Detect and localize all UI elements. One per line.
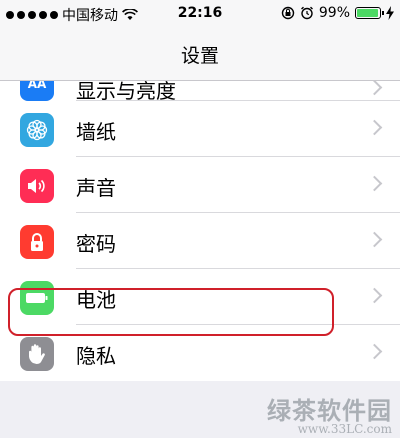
speaker-icon	[20, 169, 54, 203]
settings-list: AA 显示与亮度 墙纸 声音 密码 电池 隐私	[0, 81, 400, 381]
charging-bolt-icon	[386, 6, 394, 20]
chevron-right-icon	[366, 119, 383, 136]
battery-percent: 99%	[318, 5, 350, 21]
rotation-lock-icon	[281, 6, 295, 20]
page-title: 设置	[180, 45, 219, 67]
settings-row-display-brightness[interactable]: AA 显示与亮度	[0, 81, 400, 101]
settings-row-passcode[interactable]: 密码	[0, 213, 400, 269]
chevron-right-icon	[366, 175, 383, 192]
battery-row-highlight	[8, 288, 334, 336]
settings-row-label: 显示与亮度	[76, 81, 176, 101]
lock-icon	[20, 225, 54, 259]
settings-row-wallpaper[interactable]: 墙纸	[0, 101, 400, 157]
settings-row-sounds[interactable]: 声音	[0, 157, 400, 213]
settings-row-label: 墙纸	[76, 120, 116, 144]
chevron-right-icon	[366, 81, 383, 96]
watermark: 绿茶软件园 www.33LC.com	[267, 391, 392, 436]
settings-row-label: 声音	[76, 176, 116, 200]
status-bar: 中国移动 22:16 99%	[0, 0, 400, 28]
chevron-right-icon	[366, 343, 383, 360]
navigation-bar: 设置	[0, 28, 400, 81]
chevron-right-icon	[366, 231, 383, 248]
watermark-url: www.33LC.com	[297, 422, 392, 436]
display-brightness-icon: AA	[20, 81, 54, 101]
wallpaper-flower-icon	[20, 113, 54, 147]
hand-icon	[20, 337, 54, 371]
settings-row-label: 密码	[76, 232, 116, 256]
watermark-text: 绿茶软件园	[267, 396, 392, 425]
settings-row-label: 隐私	[76, 344, 116, 368]
alarm-icon	[300, 6, 313, 20]
chevron-right-icon	[366, 287, 383, 304]
battery-status-icon	[355, 7, 384, 19]
